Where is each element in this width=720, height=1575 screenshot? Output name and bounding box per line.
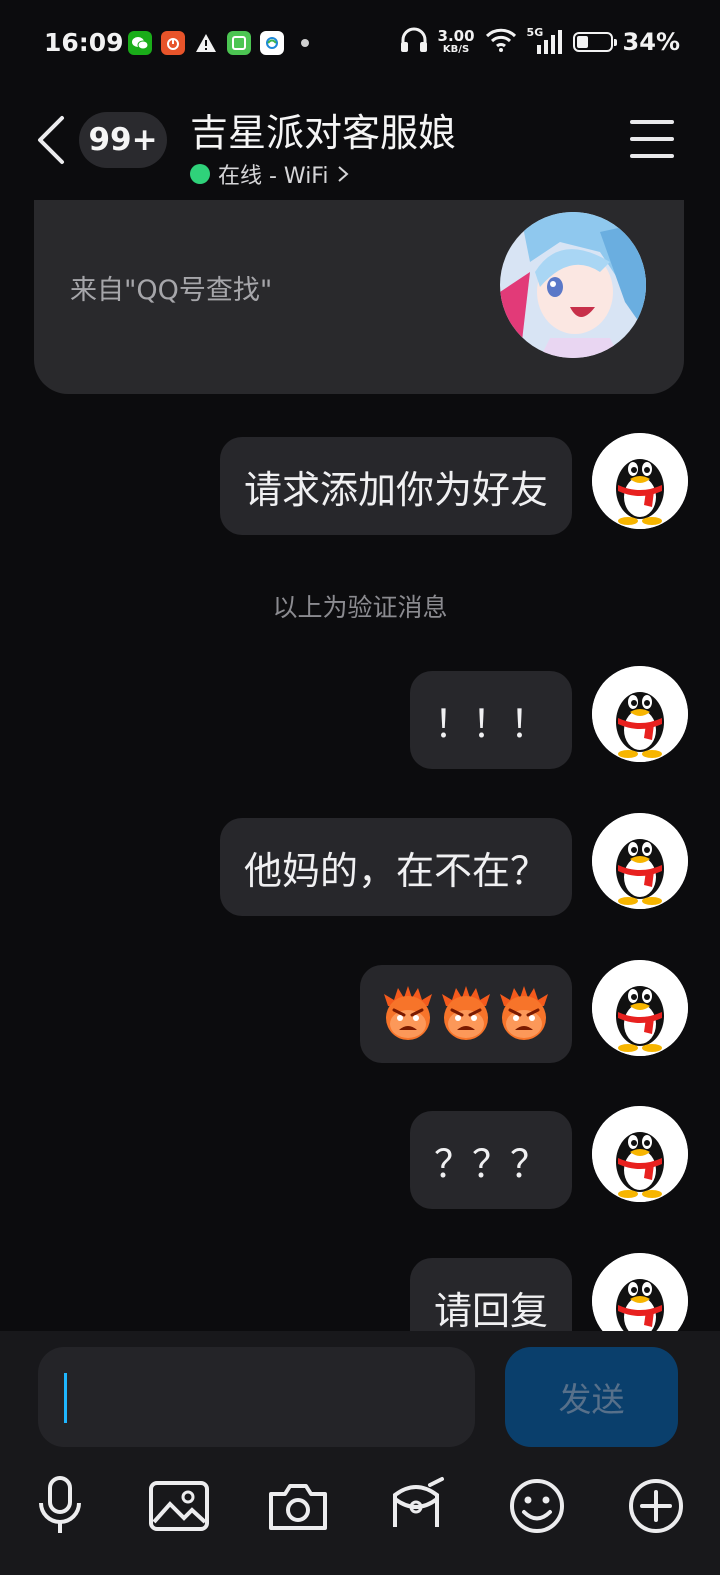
warning-icon — [194, 31, 218, 55]
input-toolbar — [0, 1471, 720, 1541]
status-time: 16:09 — [44, 28, 124, 57]
menu-line — [630, 120, 674, 124]
battery-icon — [572, 32, 617, 52]
wechat-icon — [128, 31, 152, 55]
battery-percent: 34% — [622, 28, 680, 56]
wifi-icon — [485, 28, 517, 56]
menu-line — [630, 154, 674, 158]
cellular-signal-icon: 5G — [527, 26, 563, 55]
composer-panel: 发送 — [0, 1331, 720, 1575]
qq-penguin-avatar[interactable] — [592, 433, 688, 529]
message-input[interactable] — [38, 1347, 475, 1447]
plus-icon[interactable] — [621, 1471, 691, 1541]
mobile-carrier-icon — [260, 31, 284, 55]
menu-line — [630, 137, 674, 141]
qq-penguin-avatar[interactable] — [592, 813, 688, 909]
online-status[interactable]: 在线 - WiFi — [190, 158, 350, 190]
emoji-icon[interactable] — [502, 1471, 572, 1541]
contact-avatar[interactable] — [500, 212, 646, 358]
notification-icons — [128, 31, 317, 55]
qq-penguin-avatar[interactable] — [592, 666, 688, 762]
camera-icon[interactable] — [263, 1471, 333, 1541]
friend-request-card: 来自"QQ号查找" — [34, 200, 684, 394]
system-message: 以上为验证消息 — [272, 593, 448, 622]
network-speed-value: 3.00 — [437, 27, 475, 45]
message-bubble[interactable]: 他妈的，在不在？ — [219, 818, 572, 916]
online-dot-icon — [190, 164, 210, 184]
status-bar: 16:09 3.00 KB/S 5G 34% — [0, 0, 720, 90]
send-button[interactable]: 发送 — [505, 1347, 678, 1447]
chat-header: 99+ 吉星派对客服娘 在线 - WiFi — [0, 90, 720, 200]
chat-title[interactable]: 吉星派对客服娘 — [190, 102, 456, 157]
unread-badge[interactable]: 99+ — [79, 112, 167, 168]
more-dot-icon — [293, 31, 317, 55]
text-cursor — [64, 1373, 67, 1423]
emoji-message-bubble[interactable] — [360, 965, 572, 1063]
back-button[interactable] — [34, 112, 70, 168]
chevron-right-icon — [338, 166, 350, 182]
message-bubble[interactable]: 请求添加你为好友 — [219, 437, 572, 535]
angry-face-emoji — [498, 986, 550, 1042]
message-bubble[interactable]: ！！！ — [409, 671, 572, 769]
status-right: 3.00 KB/S 5G 34% — [400, 26, 680, 57]
battery-level — [576, 36, 588, 48]
red-packet-icon[interactable] — [381, 1471, 451, 1541]
request-source-text: 来自"QQ号查找" — [70, 275, 273, 306]
angry-face-emoji — [382, 986, 434, 1042]
qq-penguin-avatar[interactable] — [592, 1106, 688, 1202]
menu-button[interactable] — [630, 120, 674, 158]
headphones-icon — [400, 27, 428, 57]
network-speed-unit: KB/S — [442, 44, 470, 55]
chevron-left-icon — [38, 116, 64, 164]
microphone-icon[interactable] — [25, 1471, 95, 1541]
angry-face-emoji — [440, 986, 492, 1042]
qq-penguin-avatar[interactable] — [592, 960, 688, 1056]
green-app-icon — [227, 31, 251, 55]
network-speed: 3.00 KB/S — [437, 27, 475, 56]
online-status-text: 在线 - WiFi — [218, 164, 329, 189]
music-app-icon — [161, 31, 185, 55]
message-bubble[interactable]: ？？？ — [409, 1111, 572, 1209]
image-icon[interactable] — [144, 1471, 214, 1541]
